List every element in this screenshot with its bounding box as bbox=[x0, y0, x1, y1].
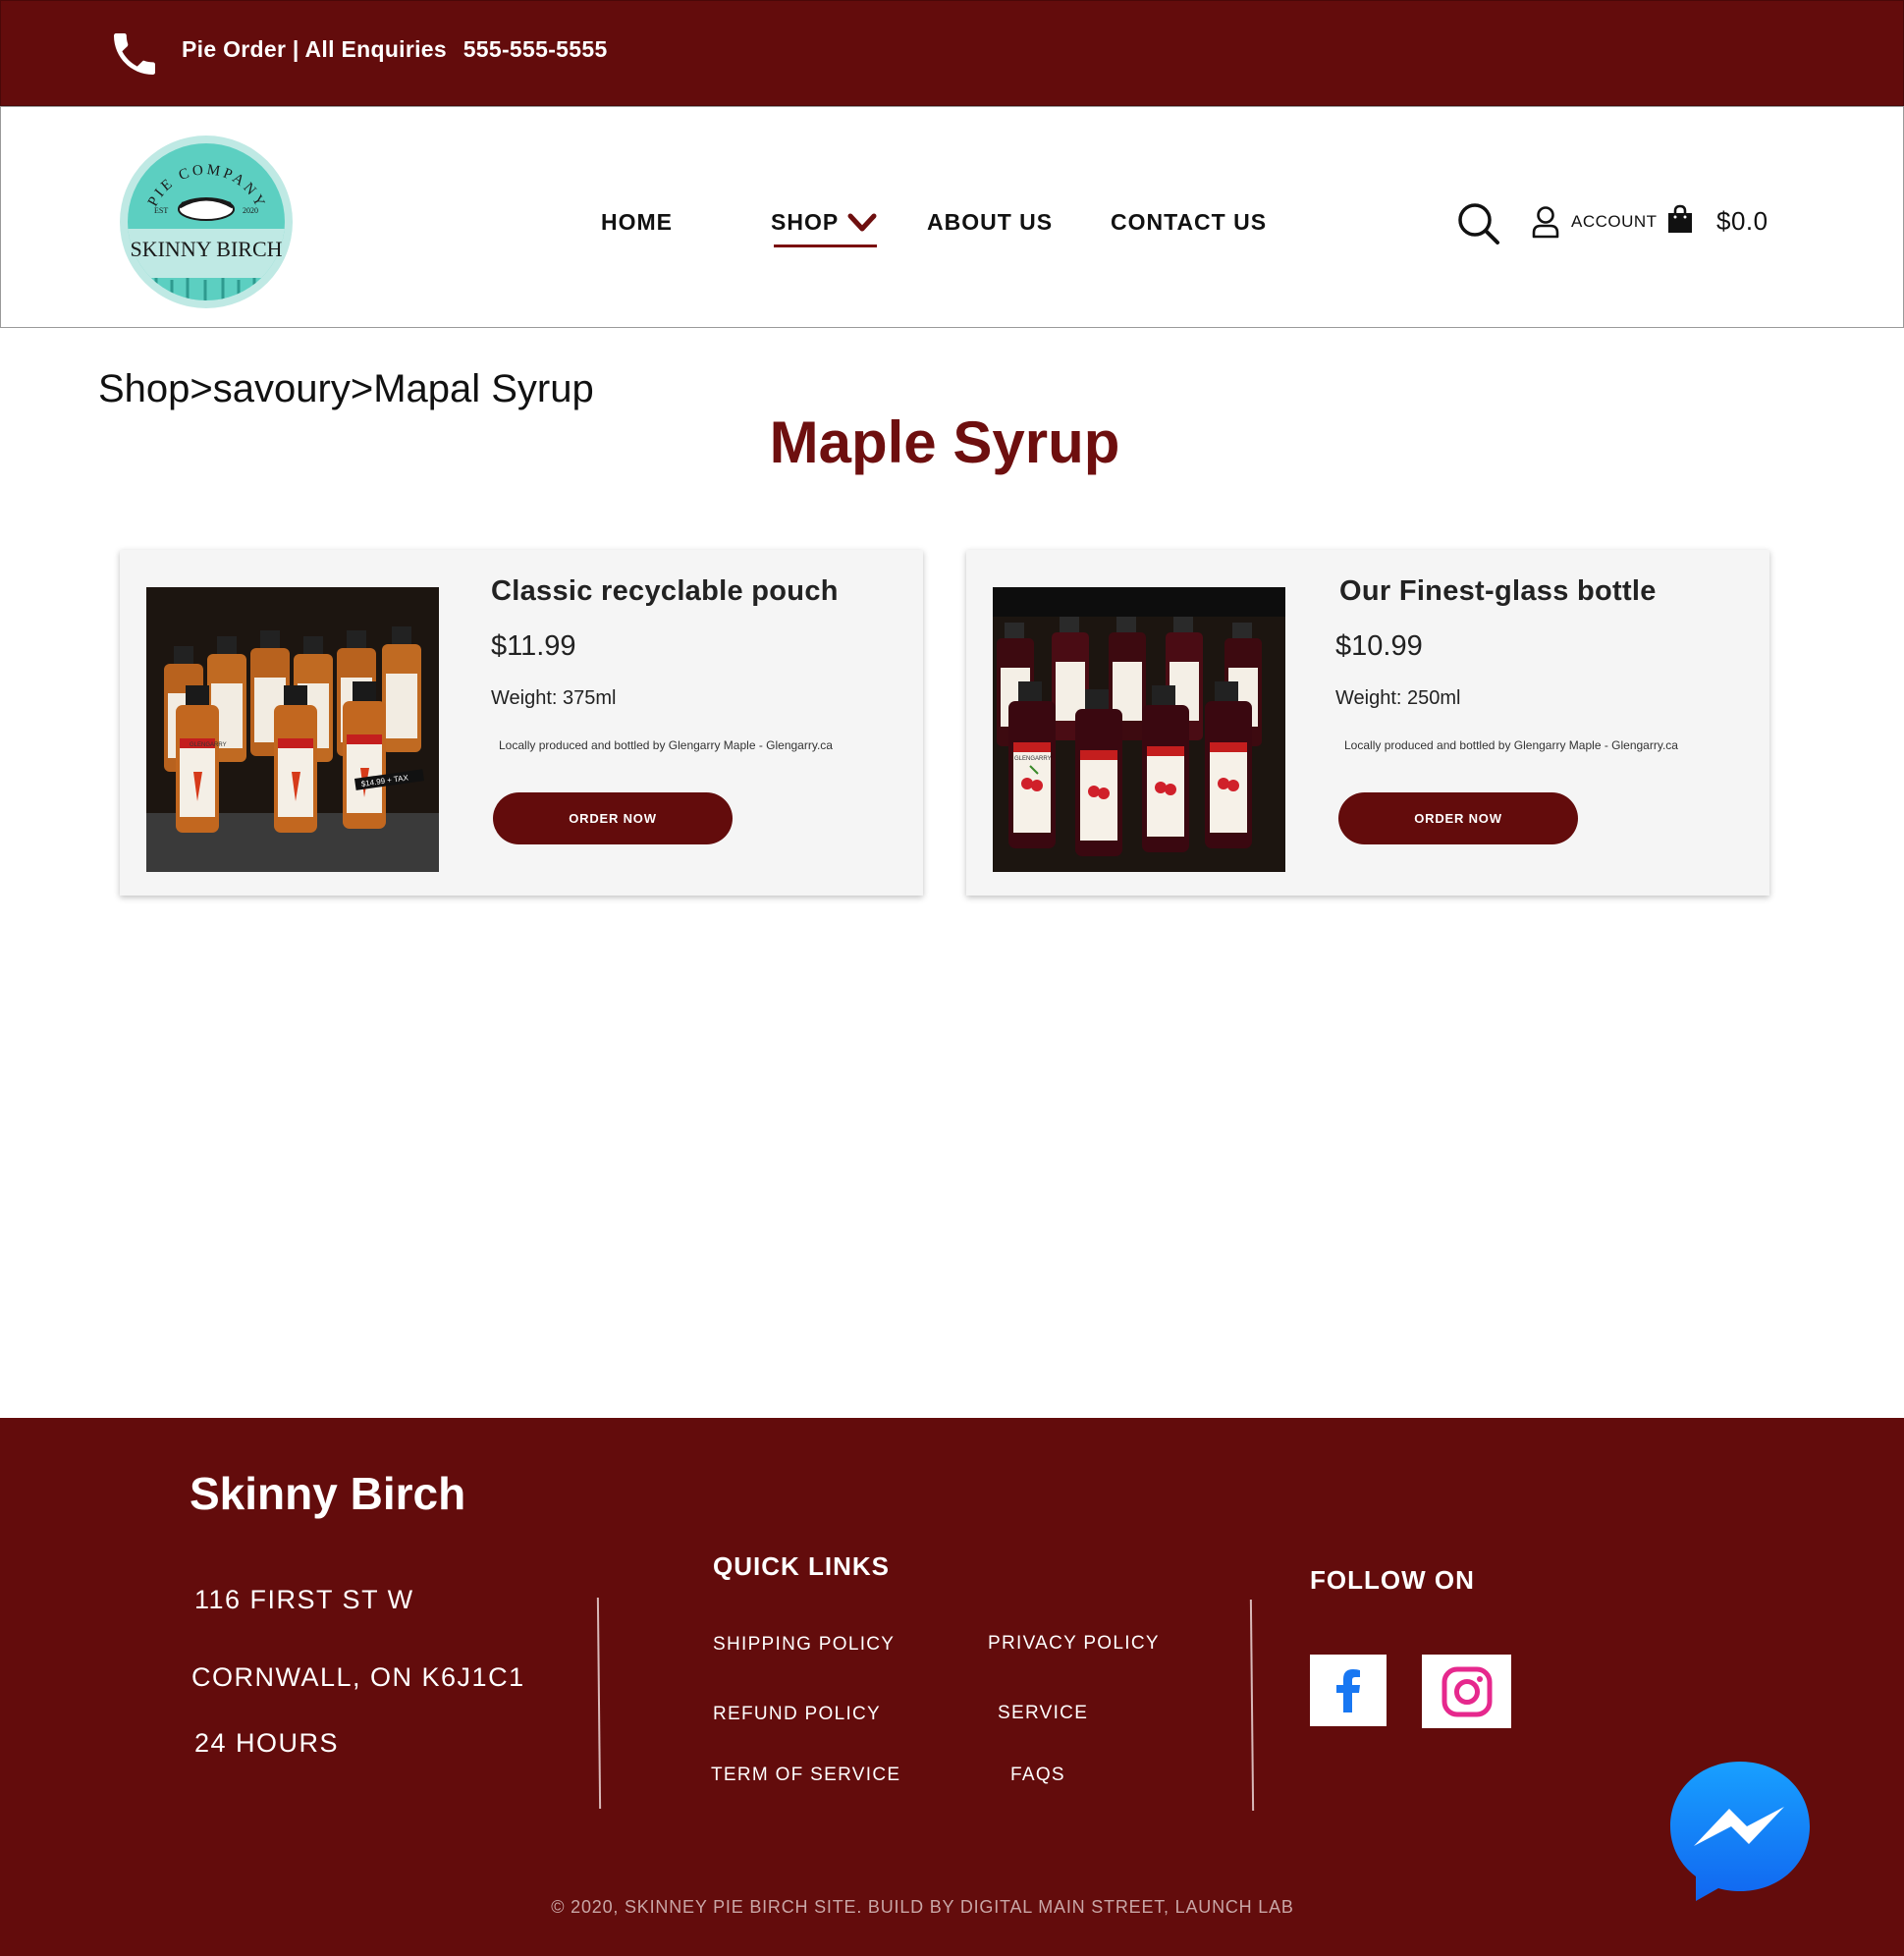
cart-total[interactable]: $0.0 bbox=[1716, 206, 1768, 237]
facebook-icon bbox=[1336, 1668, 1360, 1712]
copyright-text: © 2020, SKINNEY PIE BIRCH SITE. BUILD BY… bbox=[551, 1897, 1294, 1917]
topbar-contact-text: Pie Order | All Enquiries 555-555-5555 bbox=[182, 36, 608, 63]
footer-link-service[interactable]: SERVICE bbox=[998, 1703, 1088, 1724]
logo-est-label: EST bbox=[154, 206, 168, 215]
svg-text:GLENGARRY: GLENGARRY bbox=[1014, 756, 1052, 762]
account-icon[interactable] bbox=[1531, 205, 1560, 239]
page-title: Maple Syrup bbox=[769, 409, 1120, 475]
product-weight: Weight: 250ml bbox=[1335, 687, 1461, 709]
order-now-button[interactable]: ORDER NOW bbox=[493, 792, 733, 844]
shopping-bag-icon[interactable] bbox=[1666, 204, 1694, 234]
phone-number[interactable]: 555-555-5555 bbox=[463, 36, 608, 62]
nav-home[interactable]: HOME bbox=[601, 209, 673, 236]
product-card[interactable]: GLENGARRY Our Finest-glass bottle $10.99… bbox=[966, 550, 1769, 896]
footer-brand: Skinny Birch bbox=[190, 1468, 466, 1519]
follow-on-heading: FOLLOW ON bbox=[1310, 1565, 1475, 1595]
product-title[interactable]: Classic recyclable pouch bbox=[491, 575, 839, 608]
site-logo[interactable]: PIE COMPANY EST 2020 SKINNY BIRCH bbox=[117, 133, 296, 311]
footer-address-line2: CORNWALL, ON K6J1C1 bbox=[191, 1662, 525, 1692]
footer-link-shipping-policy[interactable]: SHIPPING POLICY bbox=[713, 1634, 895, 1656]
product-title[interactable]: Our Finest-glass bottle bbox=[1339, 575, 1657, 608]
messenger-chat-icon[interactable] bbox=[1666, 1758, 1814, 1905]
footer-divider bbox=[596, 1597, 602, 1810]
logo-brand: SKINNY BIRCH bbox=[130, 237, 282, 261]
phone-icon[interactable] bbox=[107, 27, 162, 82]
nav-shop-active-indicator bbox=[774, 244, 877, 247]
footer-link-refund-policy[interactable]: REFUND POLICY bbox=[713, 1704, 881, 1725]
contact-label: Pie Order | All Enquiries bbox=[182, 36, 447, 62]
site-footer: Skinny Birch 116 FIRST ST W CORNWALL, ON… bbox=[0, 1418, 1904, 1956]
nav-contact-us[interactable]: CONTACT US bbox=[1111, 209, 1267, 236]
product-price: $11.99 bbox=[491, 630, 576, 662]
footer-link-terms-of-service[interactable]: TERM OF SERVICE bbox=[711, 1765, 900, 1786]
instagram-link[interactable] bbox=[1422, 1655, 1511, 1728]
svg-text:GLENGARRY: GLENGARRY bbox=[190, 742, 227, 748]
order-now-button[interactable]: ORDER NOW bbox=[1338, 792, 1578, 844]
footer-link-faqs[interactable]: FAQS bbox=[1010, 1765, 1065, 1786]
account-link[interactable]: ACCOUNT bbox=[1571, 212, 1658, 232]
product-image[interactable]: GLENGARRY bbox=[993, 587, 1285, 872]
nav-shop[interactable]: SHOP bbox=[771, 209, 839, 236]
footer-hours: 24 HOURS bbox=[194, 1728, 340, 1758]
footer-address-line1: 116 FIRST ST W bbox=[194, 1585, 414, 1614]
search-icon[interactable] bbox=[1456, 201, 1501, 246]
product-weight: Weight: 375ml bbox=[491, 687, 617, 709]
footer-link-privacy-policy[interactable]: PRIVACY POLICY bbox=[988, 1633, 1160, 1655]
instagram-icon bbox=[1442, 1666, 1492, 1716]
site-header: PIE COMPANY EST 2020 SKINNY BIRCH HOME S… bbox=[0, 106, 1904, 328]
chevron-down-icon[interactable] bbox=[847, 212, 877, 234]
breadcrumb[interactable]: Shop>savoury>Mapal Syrup bbox=[98, 367, 594, 411]
product-card[interactable]: GLENGARRY $14.99 + TAX Classic recyclabl… bbox=[120, 550, 923, 896]
product-image[interactable]: GLENGARRY $14.99 + TAX bbox=[146, 587, 439, 872]
facebook-link[interactable] bbox=[1310, 1655, 1387, 1726]
product-description: Locally produced and bottled by Glengarr… bbox=[1344, 738, 1678, 752]
top-contact-bar: Pie Order | All Enquiries 555-555-5555 bbox=[0, 0, 1904, 106]
product-price: $10.99 bbox=[1335, 630, 1423, 662]
nav-about-us[interactable]: ABOUT US bbox=[927, 209, 1053, 236]
product-description: Locally produced and bottled by Glengarr… bbox=[499, 738, 833, 752]
quick-links-heading: QUICK LINKS bbox=[713, 1551, 890, 1581]
footer-divider bbox=[1249, 1599, 1255, 1812]
logo-est-year: 2020 bbox=[243, 206, 258, 215]
